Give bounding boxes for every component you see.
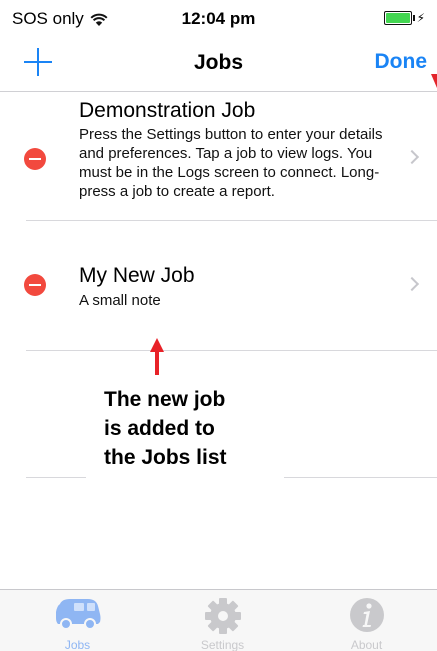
charging-bolt-icon: ⚡	[416, 11, 425, 25]
status-bar: SOS only 12:04 pm ⚡	[0, 0, 437, 40]
chevron-right-icon	[404, 149, 420, 165]
annotation-line: The new job	[104, 388, 226, 411]
job-title: My New Job	[79, 264, 195, 287]
corner-marker	[431, 74, 437, 88]
delete-icon[interactable]	[24, 274, 46, 296]
annotation-line: the Jobs list	[104, 446, 227, 469]
info-icon	[349, 598, 384, 632]
job-title: Demonstration Job	[79, 99, 256, 122]
annotation-line: is added to	[104, 417, 215, 440]
row-divider	[26, 350, 437, 351]
job-description: Press the Settings button to enter your …	[79, 126, 383, 200]
annotation-callout: The new job is added to the Jobs list	[104, 385, 294, 472]
navigation-bar: Jobs Done	[0, 40, 437, 92]
tab-label: Jobs	[64, 638, 91, 651]
page-title: Jobs	[193, 51, 243, 74]
tab-label: About	[350, 638, 383, 651]
job-description: A small note	[79, 292, 161, 309]
row-divider	[284, 477, 437, 478]
tab-jobs[interactable]: Jobs	[5, 590, 150, 651]
tab-bar: Jobs Settings About	[0, 589, 437, 651]
chevron-right-icon	[404, 276, 420, 292]
delete-icon[interactable]	[24, 148, 46, 170]
job-row-demonstration[interactable]: Demonstration Job Press the Settings but…	[0, 93, 437, 220]
row-divider	[26, 477, 86, 478]
done-button[interactable]: Done	[375, 50, 428, 74]
job-row-my-new-job[interactable]: My New Job A small note	[0, 220, 437, 350]
annotation-arrow-icon	[150, 338, 164, 376]
van-icon	[55, 599, 100, 630]
tab-label: Settings	[200, 638, 245, 651]
tab-settings[interactable]: Settings	[150, 590, 295, 651]
gear-icon	[204, 598, 241, 634]
battery-icon: ⚡	[383, 11, 425, 25]
tab-about[interactable]: About	[294, 590, 437, 651]
battery-fill	[385, 13, 410, 23]
status-time: 12:04 pm	[181, 9, 256, 28]
